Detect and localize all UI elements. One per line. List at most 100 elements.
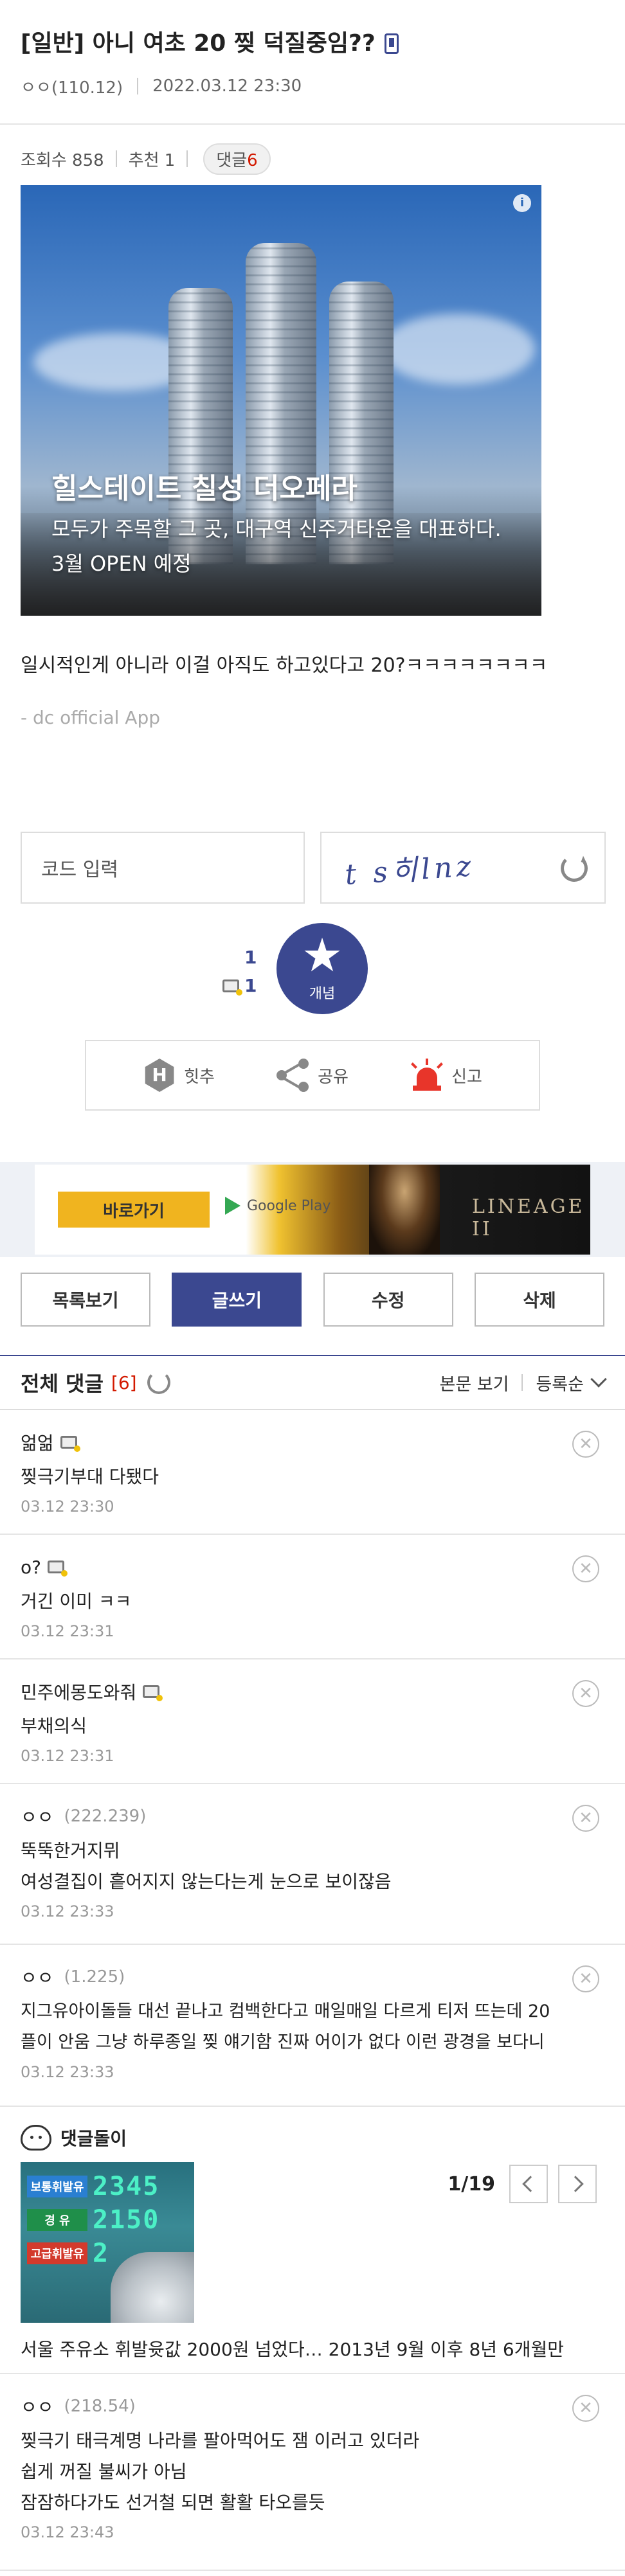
game-ad-banner[interactable]: 바로가기 Google Play LINEAGE II: [35, 1165, 590, 1255]
fuel-tag: 보통휘발유: [27, 2176, 87, 2197]
comment-date: 03.12 23:33: [21, 2063, 114, 2081]
recommend-count: 추천 1: [128, 150, 176, 170]
comment-item: ㅇㅇ (222.239) 뚝뚝한거지뮈 여성결집이 흩어지지 않는다는게 눈으로 …: [0, 1785, 625, 1945]
price-row: 보통휘발유 2345: [27, 2172, 159, 2201]
fixed-user-icon: [143, 1685, 163, 1701]
chevron-down-icon[interactable]: [590, 1371, 607, 1388]
post-signature: - dc official App: [21, 707, 160, 728]
delete-comment-icon[interactable]: ✕: [572, 1805, 599, 1832]
news-title[interactable]: 서울 주유소 휘발윳값 2000원 넘었다… 2013년 9월 이후 8년 6개…: [21, 2336, 564, 2361]
apartment-ad-banner[interactable]: i 힐스테이트 칠성 더오페라 모두가 주목할 그 곳, 대구역 신주거타운을 …: [21, 185, 541, 616]
fuel-tag: 고급휘발유: [27, 2242, 87, 2264]
comments-refresh-icon[interactable]: [147, 1371, 170, 1394]
cloud-shape: [381, 314, 535, 384]
controls-divider: [521, 1374, 523, 1391]
comment-author[interactable]: ㅇㅇ (1.225): [21, 1964, 604, 1990]
share-button[interactable]: 공유: [276, 1059, 349, 1092]
list-button[interactable]: 목록보기: [21, 1273, 150, 1327]
fuel-price: 2: [93, 2239, 110, 2268]
comment-author-ip: (222.239): [64, 1807, 147, 1826]
comment-count-badge[interactable]: 댓글6: [203, 143, 271, 175]
post-header: [일반] 아니 여초 20 찢 덕질중임?? ㅇㅇ(110.12) 2022.0…: [0, 0, 625, 99]
comment-text-line: 플이 안움 그냥 하루종일 찢 얘기함 진짜 어이가 없다 이런 광경을 보다니: [21, 2032, 545, 2052]
comment-bot-label: 댓글돌이: [60, 2128, 127, 2149]
comment-item: 얾얾 찢극기부대 다됐다 03.12 23:30 ✕: [0, 1411, 625, 1535]
pager-count: 1/19: [448, 2172, 495, 2196]
ad-headline: 힐스테이트 칠성 더오페라: [51, 472, 358, 505]
comment-author[interactable]: 민주에몽도와줘: [21, 1679, 604, 1704]
comments-controls: 본문 보기 등록순: [440, 1370, 607, 1395]
page: [일반] 아니 여초 20 찢 덕질중임?? ㅇㅇ(110.12) 2022.0…: [0, 0, 625, 2576]
comment-text-line: 지그유아이돌들 대선 끝나고 컴백한다고 매일매일 다르게 티저 뜨는데 20: [21, 2001, 550, 2021]
price-row: 경 유 2150: [27, 2205, 159, 2235]
post-body: 일시적인게 아니라 이걸 아직도 하고있다고 20?ㅋㅋㅋㅋㅋㅋㅋㅋ: [21, 654, 548, 677]
captcha-text: t s히lnz: [343, 849, 476, 891]
captcha-image: t s히lnz: [320, 832, 606, 904]
comment-date: 03.12 23:33: [21, 1902, 114, 1920]
recommend-fixed-count: 1: [244, 975, 257, 996]
stats-divider: [115, 150, 117, 167]
chevron-left-icon: [522, 2176, 539, 2192]
recommend-button[interactable]: ★ 개념: [276, 923, 368, 1014]
comment-item: ㅇㅇ (218.54) 찢극기 태극계명 나라를 팔아먹어도 잼 이러고 있더라 …: [0, 2375, 625, 2571]
bot-pager: 1/19: [448, 2165, 597, 2203]
edit-button[interactable]: 수정: [323, 1273, 453, 1327]
report-button[interactable]: 신고: [410, 1059, 482, 1092]
comment-badge-label: 댓글: [216, 150, 248, 170]
comment-date: 03.12 23:31: [21, 1622, 114, 1640]
comment-text: 찢극기 태극계명 나라를 팔아먹어도 잼 이러고 있더라 쉽게 꺼질 불씨가 아…: [21, 2426, 604, 2518]
post-datetime: 2022.03.12 23:30: [152, 76, 302, 96]
captcha-refresh-icon[interactable]: [561, 855, 588, 882]
comment-date: 03.12 23:43: [21, 2523, 114, 2541]
bot-face-icon: [21, 2125, 51, 2151]
price-row: 고급휘발유 2: [27, 2239, 110, 2268]
comment-date: 03.12 23:31: [21, 1747, 114, 1765]
comment-text: 거긴 이미 ㅋㅋ: [21, 1591, 132, 1612]
delete-comment-icon[interactable]: ✕: [572, 1555, 599, 1582]
author-name[interactable]: ㅇㅇ(110.12): [21, 75, 123, 98]
sort-dropdown[interactable]: 등록순: [536, 1370, 584, 1395]
stats-divider: [186, 150, 188, 167]
comment-author[interactable]: ㅇㅇ (222.239): [21, 1803, 604, 1829]
car-image: [111, 2252, 194, 2323]
comment-item: ㅇㅇ (1.225) 지그유아이돌들 대선 끝나고 컴백한다고 매일매일 다르게 …: [0, 1946, 625, 2107]
recommend-fixed-row: 1: [222, 972, 257, 1000]
post-actions: H 힛추 공유 신고: [85, 1040, 540, 1111]
captcha-code-input[interactable]: 코드 입력: [21, 832, 305, 904]
write-button[interactable]: 글쓰기: [172, 1273, 302, 1327]
comment-author[interactable]: o?: [21, 1554, 604, 1580]
ad-subtext: 모두가 주목할 그 곳, 대구역 신주거타운을 대표하다. 3월 OPEN 예정: [51, 517, 502, 576]
comment-author-name: 민주에몽도와줘: [21, 1682, 137, 1703]
delete-comment-icon[interactable]: ✕: [572, 1680, 599, 1707]
comment-text-line: 잠잠하다가도 선거철 되면 활활 타오를듯: [21, 2492, 325, 2513]
delete-button[interactable]: 삭제: [474, 1273, 604, 1327]
comment-bot-header: 댓글돌이: [21, 2125, 127, 2151]
hit-label: 힛추: [184, 1067, 215, 1087]
delete-comment-icon[interactable]: ✕: [572, 1965, 599, 1992]
ad-info-icon[interactable]: i: [513, 194, 531, 212]
comment-author[interactable]: 얾얾: [21, 1429, 604, 1455]
comment-text-line: 쉽게 꺼질 불씨가 아님: [21, 2461, 187, 2482]
delete-comment-icon[interactable]: ✕: [572, 1431, 599, 1458]
hit-icon: H: [145, 1059, 174, 1092]
ad-go-button[interactable]: 바로가기: [58, 1192, 210, 1228]
fixed-user-icon: [222, 979, 242, 996]
comment-text: 부채의식: [21, 1715, 87, 1737]
fuel-tag: 경 유: [27, 2209, 87, 2231]
comment-text: 뚝뚝한거지뮈 여성결집이 흩어지지 않는다는게 눈으로 보이잖음: [21, 1836, 604, 1897]
post-title-text: [일반] 아니 여초 20 찢 덕질중임??: [21, 30, 376, 57]
prev-button[interactable]: [509, 2165, 548, 2203]
view-count: 조회수 858: [21, 150, 104, 170]
comment-author-name: 얾얾: [21, 1433, 54, 1454]
recommend-up-count: 1: [244, 947, 257, 968]
fixed-user-icon: [48, 1561, 68, 1577]
next-button[interactable]: [558, 2165, 597, 2203]
google-play-badge: Google Play: [225, 1197, 331, 1215]
comment-author[interactable]: ㅇㅇ (218.54): [21, 2393, 604, 2419]
view-body-link[interactable]: 본문 보기: [440, 1370, 509, 1395]
comments-title: 전체 댓글: [21, 1372, 104, 1396]
news-thumbnail[interactable]: 보통휘발유 2345 경 유 2150 고급휘발유 2: [21, 2162, 194, 2323]
hit-button[interactable]: H 힛추: [143, 1059, 215, 1092]
siren-icon: [410, 1059, 444, 1092]
delete-comment-icon[interactable]: ✕: [572, 2395, 599, 2422]
